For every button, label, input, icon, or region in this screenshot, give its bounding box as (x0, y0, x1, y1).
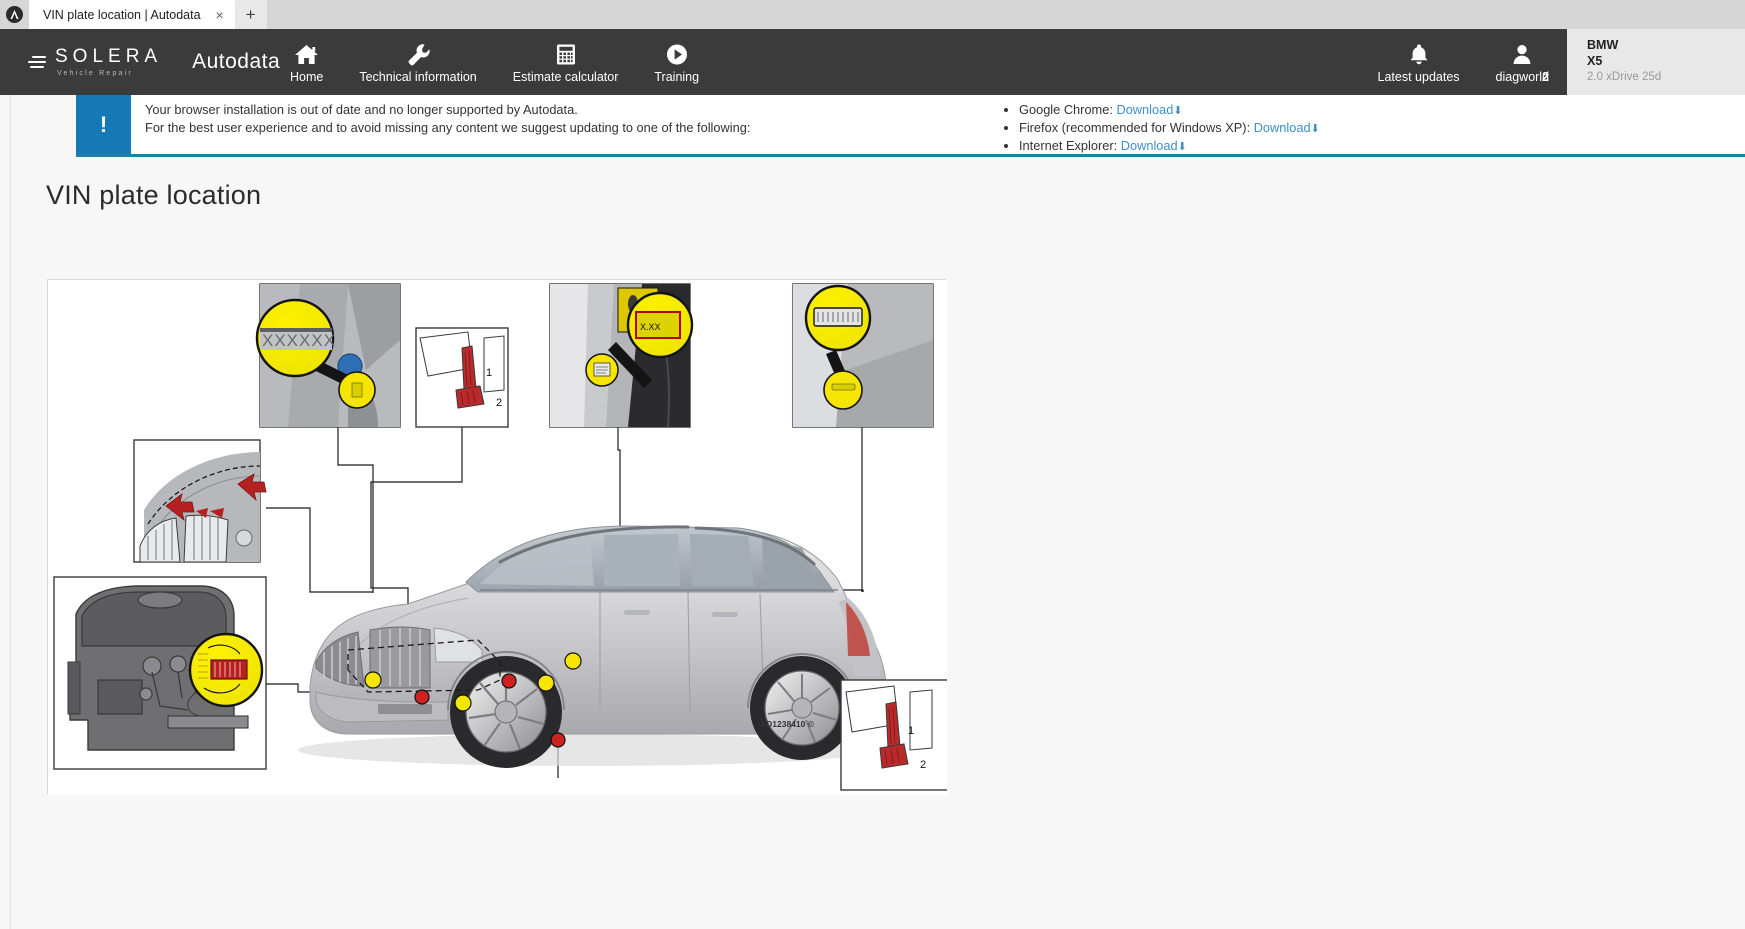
pedal-inset-number-2: 2 (920, 759, 926, 771)
main-navigation: Home Technical information (272, 29, 717, 95)
list-item: Google Chrome: Download⬇ (1019, 101, 1745, 119)
nav-label-technical-information: Technical information (359, 70, 476, 84)
list-item: Internet Explorer: Download⬇ (1019, 137, 1745, 155)
download-arrow-icon: ⬇ (1311, 123, 1320, 135)
engine-block-stamp-panel (54, 577, 266, 769)
download-link-ie[interactable]: Download (1121, 138, 1178, 153)
download-arrow-icon: ⬇ (1173, 105, 1182, 117)
accelerator-pedal (456, 386, 484, 408)
calculator-icon (554, 40, 578, 66)
rear-wheel (750, 656, 854, 760)
browser-name: Internet Explorer: (1019, 138, 1117, 153)
chrome-empty-strip (267, 0, 1745, 29)
download-arrow-icon: ⬇ (1178, 141, 1187, 153)
content-shell: ! Your browser installation is out of da… (10, 95, 1745, 929)
browser-tab[interactable]: VIN plate location | Autodata × (29, 0, 235, 29)
user-icon (1512, 40, 1532, 66)
diagram-canvas: AD1238410 © (48, 280, 947, 795)
wrench-icon (406, 40, 431, 66)
nav-label-estimate-calculator: Estimate calculator (513, 70, 619, 84)
driver-footwell-pedal-panel: 1 2 (416, 328, 508, 427)
page-title: VIN plate location (46, 180, 261, 211)
close-icon[interactable]: × (211, 6, 229, 24)
footwell-pedal-inset-panel: 1 2 (841, 680, 947, 790)
vehicle-variant: 2.0 xDrive 25d (1587, 70, 1745, 86)
browser-name: Firefox (recommended for Windows XP): (1019, 120, 1250, 135)
marker-red-3 (551, 733, 565, 747)
marker-yellow-4 (565, 653, 581, 669)
vin-sample-text: XXXXXX (262, 331, 336, 350)
stamped-number-plate (211, 660, 247, 679)
door-pillar-label-panel: X.XX (550, 284, 692, 427)
new-tab-button[interactable]: + (235, 0, 267, 29)
nav-item-home[interactable]: Home (272, 29, 341, 95)
marker-red-2 (502, 674, 516, 688)
label-value-text: X.XX (640, 322, 661, 332)
accelerator-pedal-inset (880, 744, 908, 768)
vin-plate-location-diagram: AD1238410 © (47, 279, 946, 794)
play-icon (665, 40, 689, 66)
nav-item-training[interactable]: Training (636, 29, 717, 95)
nav-label-home: Home (290, 70, 323, 84)
engine-bay-vin-label-panel: XXXXXX (257, 284, 400, 427)
browser-chrome: VIN plate location | Autodata × + (0, 0, 1745, 29)
user-account-label: diagworld2 (1496, 70, 1549, 84)
bonnet-front-panel (134, 440, 266, 562)
banner-line-2: For the best user experience and to avoi… (145, 119, 981, 137)
banner-line-1: Your browser installation is out of date… (145, 101, 981, 119)
download-link-firefox[interactable]: Download (1254, 120, 1311, 135)
warning-icon: ! (76, 95, 131, 154)
user-account-button[interactable]: diagworld2 (1478, 29, 1567, 95)
browser-favicon (0, 0, 29, 29)
brand-tagline: Vehicle Repair (57, 70, 162, 77)
marker-red-1 (415, 690, 429, 704)
header-actions: Latest updates diagworld2 BMW X5 2.0 xDr… (1360, 29, 1745, 95)
page-body: ! Your browser installation is out of da… (0, 95, 1745, 929)
solera-logo-icon (28, 52, 46, 72)
product-name: Autodata (192, 50, 280, 74)
callout-number-2: 2 (496, 397, 502, 409)
list-item: Firefox (recommended for Windows XP): Do… (1019, 119, 1745, 137)
vehicle-make: BMW (1587, 38, 1745, 54)
brand-logo[interactable]: SOLERA Vehicle Repair Autodata (0, 29, 272, 95)
browser-name: Google Chrome: (1019, 102, 1113, 117)
nav-item-estimate-calculator[interactable]: Estimate calculator (495, 29, 637, 95)
download-link-chrome[interactable]: Download (1116, 102, 1173, 117)
brand-name: SOLERA (55, 47, 162, 66)
banner-message: Your browser installation is out of date… (131, 101, 981, 154)
notification-badge: 2 (1542, 70, 1549, 84)
diagram-watermark: AD1238410 © (760, 719, 815, 729)
marker-yellow-1 (365, 672, 381, 688)
callout-number-1: 1 (486, 367, 492, 379)
marker-yellow-3 (538, 675, 554, 691)
door-sill-vin-panel (793, 284, 933, 427)
selected-vehicle-panel[interactable]: BMW X5 2.0 xDrive 25d (1567, 29, 1745, 95)
browser-update-banner: ! Your browser installation is out of da… (76, 95, 1745, 157)
bell-icon (1408, 40, 1430, 66)
latest-updates-label: Latest updates (1378, 70, 1460, 84)
header-spacer (717, 29, 1359, 95)
home-icon (294, 40, 319, 66)
latest-updates-button[interactable]: Latest updates (1360, 29, 1478, 95)
app-header: SOLERA Vehicle Repair Autodata Home Tech… (0, 29, 1745, 95)
vehicle-model: X5 (1587, 54, 1745, 70)
marker-yellow-2 (455, 695, 471, 711)
banner-body: Your browser installation is out of date… (131, 95, 1745, 154)
browser-tab-title: VIN plate location | Autodata (43, 8, 201, 22)
front-wheel (450, 656, 562, 768)
banner-browser-list: Google Chrome: Download⬇ Firefox (recomm… (981, 101, 1745, 154)
nav-label-training: Training (654, 70, 699, 84)
pedal-inset-number-1: 1 (908, 725, 914, 737)
brand-text-block: SOLERA Vehicle Repair (55, 47, 162, 77)
autodata-favicon-icon (6, 6, 23, 23)
nav-item-technical-information[interactable]: Technical information (341, 29, 494, 95)
